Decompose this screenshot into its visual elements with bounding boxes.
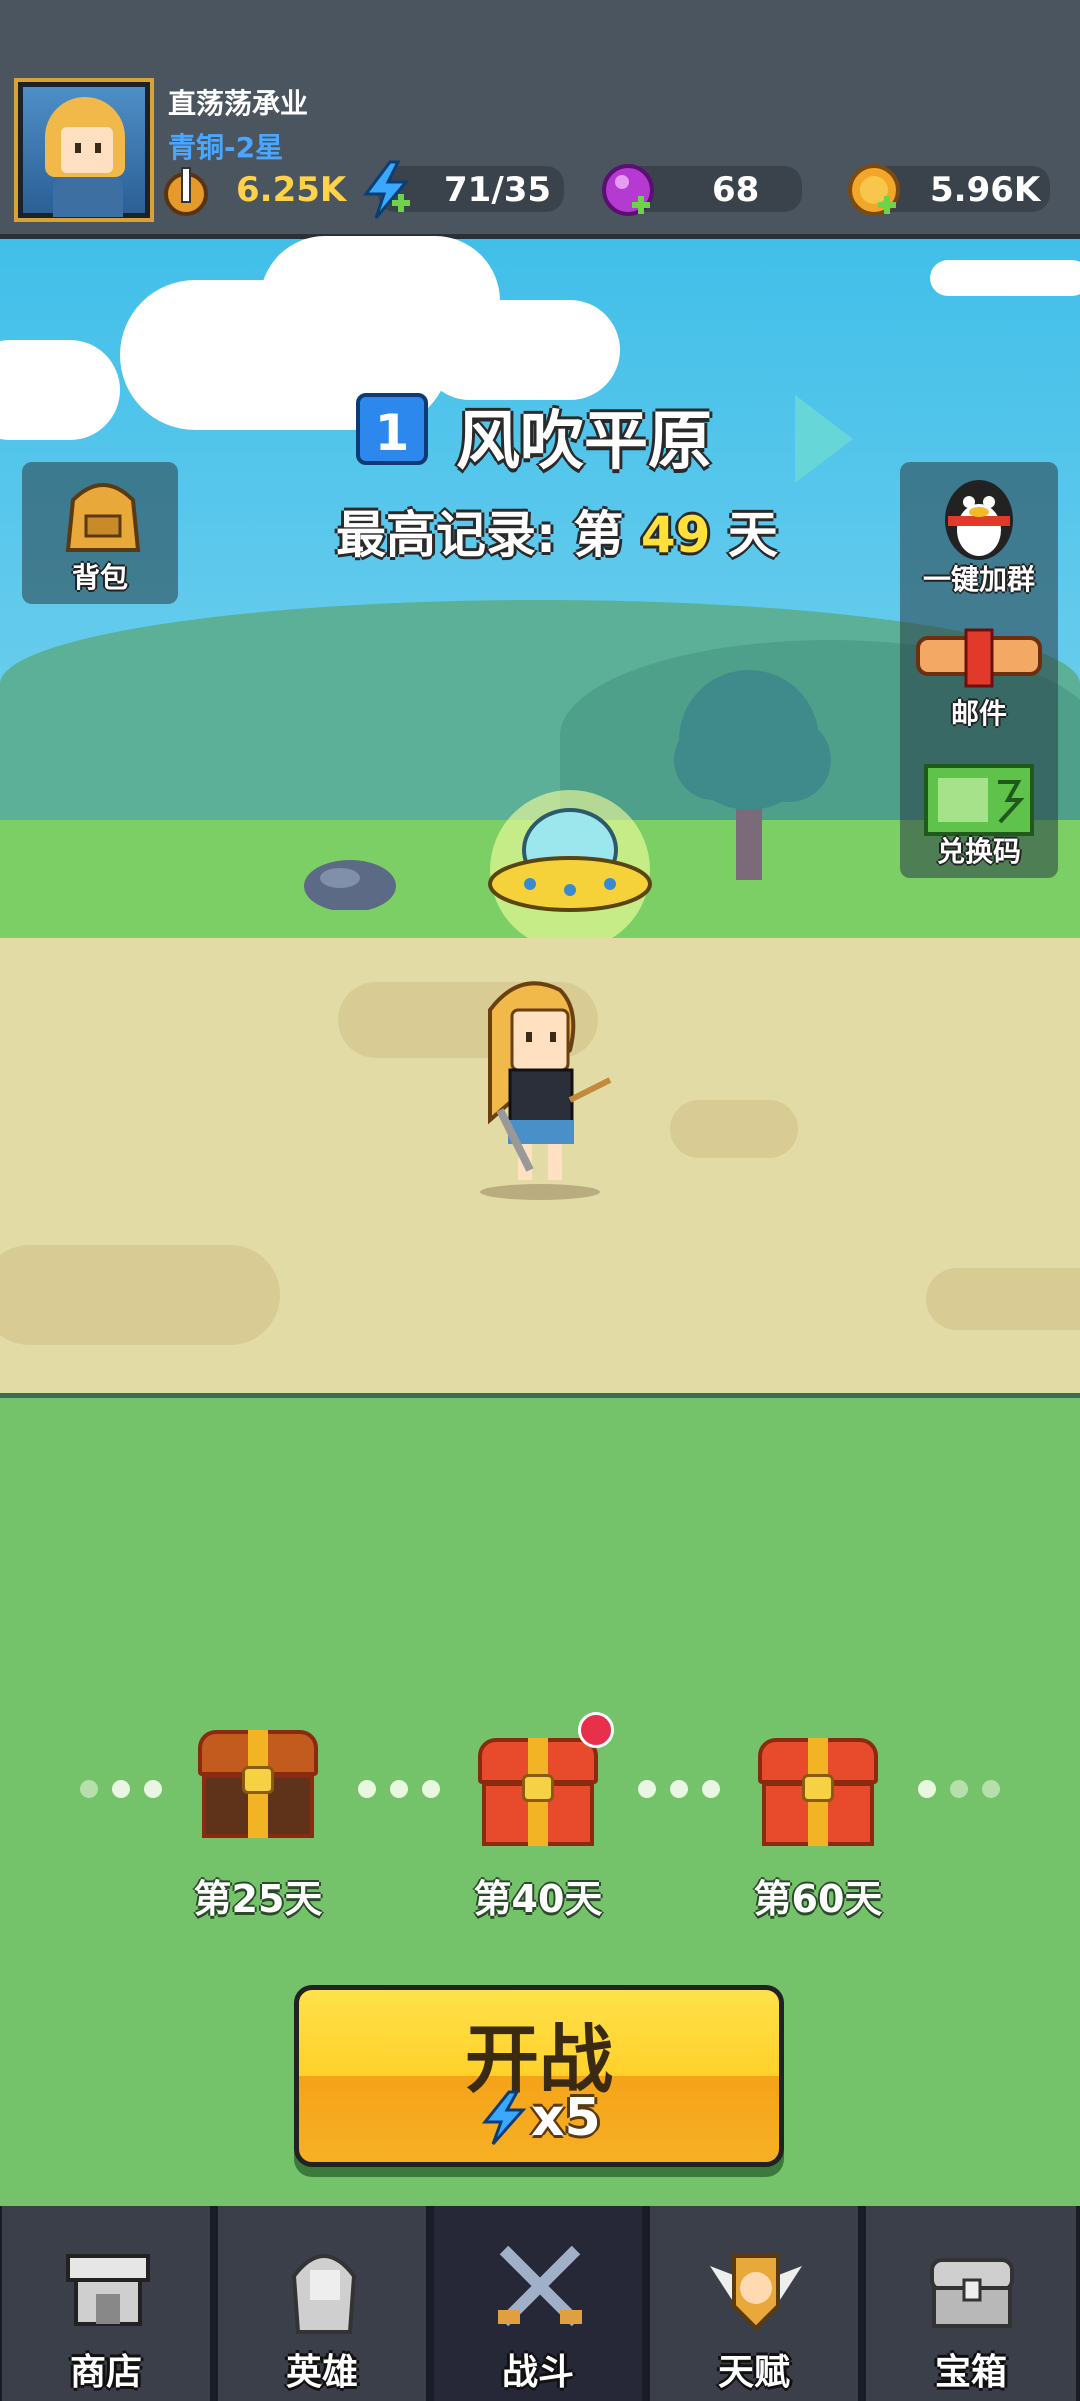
road-patch [926,1268,1080,1330]
energy-value: 71/35 [444,170,552,210]
chest-day-60-label: 第60天 [753,1877,883,1921]
progress-dot [950,1780,968,1798]
progress-dot [112,1780,130,1798]
progress-dot [422,1780,440,1798]
rock [300,850,400,912]
ufo-treasure-icon[interactable] [470,780,670,950]
backpack-label: 背包 [71,561,128,594]
progress-dot [144,1780,162,1798]
tab-chest[interactable]: 宝箱 [866,2206,1080,2401]
energy-cost-icon [479,2090,529,2146]
level-number-badge: 1 [356,393,428,465]
cloud [930,260,1080,296]
tab-chest-label: 宝箱 [934,2352,1007,2393]
chest-day-40[interactable] [478,1738,598,1848]
treasure-chest-icon [922,2236,1022,2336]
progress-dot [358,1780,376,1798]
chest-day-25[interactable] [198,1730,318,1840]
winged-fist-icon [706,2236,806,2336]
next-level-arrow-icon[interactable] [795,395,853,483]
player-avatar[interactable] [14,78,154,222]
record-prefix: 最高记录: 第 [336,506,624,564]
bottom-nav: 商店 英雄 战斗 天赋 宝箱 [0,2206,1080,2401]
tab-battle-label: 战斗 [501,2352,574,2393]
chest-day-25-label: 第25天 [193,1877,323,1921]
chest-day-40-label: 第40天 [473,1877,603,1921]
tab-heroes-label: 英雄 [285,2352,358,2393]
player-name: 直荡荡承业 [168,87,309,120]
coin-plus-icon[interactable] [844,160,904,220]
progress-dot [702,1780,720,1798]
ticket-icon [922,760,1036,840]
tab-shop-label: 商店 [69,2352,142,2393]
mail-icon [914,628,1044,688]
progress-dot [918,1780,936,1798]
energy-plus-icon[interactable] [360,160,414,220]
record-suffix: 天 [727,506,778,564]
power-value: 6.25K [236,170,347,210]
road-patch [0,1245,280,1345]
hero-character [460,970,620,1200]
progress-dot [390,1780,408,1798]
tab-talent-label: 天赋 [717,2352,790,2393]
chest-day-60[interactable] [758,1738,878,1848]
tab-shop[interactable]: 商店 [2,2206,214,2401]
progress-dot [670,1780,688,1798]
progress-dot [638,1780,656,1798]
qq-group-button[interactable]: 一键加群 [900,462,1058,596]
road-patch [670,1100,798,1158]
tab-battle[interactable]: 战斗 [434,2206,646,2401]
redeem-code-button[interactable]: 兑换码 [900,752,1058,878]
notification-badge [578,1712,614,1748]
backpack-button[interactable]: 背包 [22,462,178,604]
best-record: 最高记录: 第 49 天 [336,495,778,567]
shop-icon [58,2236,158,2336]
redeem-code-label: 兑换码 [936,835,1021,868]
coins-value: 5.96K [930,170,1041,210]
power-icon [162,164,210,218]
hero-portrait-icon [274,2236,374,2336]
gem-plus-icon[interactable] [598,160,658,220]
gems-value: 68 [712,170,760,210]
crossed-swords-icon [490,2236,590,2336]
tab-heroes[interactable]: 英雄 [218,2206,430,2401]
start-battle-button[interactable]: 开战 x5 [294,1985,784,2167]
progress-dot [80,1780,98,1798]
player-rank: 青铜-2星 [168,131,284,164]
level-name: 风吹平原 [456,405,712,479]
mail-label: 邮件 [950,697,1007,730]
cloud [420,300,620,400]
cloud [0,340,120,440]
backpack-icon [58,470,148,558]
record-day: 49 [640,506,711,564]
tree [654,660,844,880]
energy-cost-value: x5 [531,2088,601,2148]
tab-talent[interactable]: 天赋 [650,2206,862,2401]
mail-button[interactable]: 邮件 [900,620,1058,730]
penguin-icon [936,472,1022,562]
qq-group-label: 一键加群 [922,563,1035,596]
progress-dot [982,1780,1000,1798]
